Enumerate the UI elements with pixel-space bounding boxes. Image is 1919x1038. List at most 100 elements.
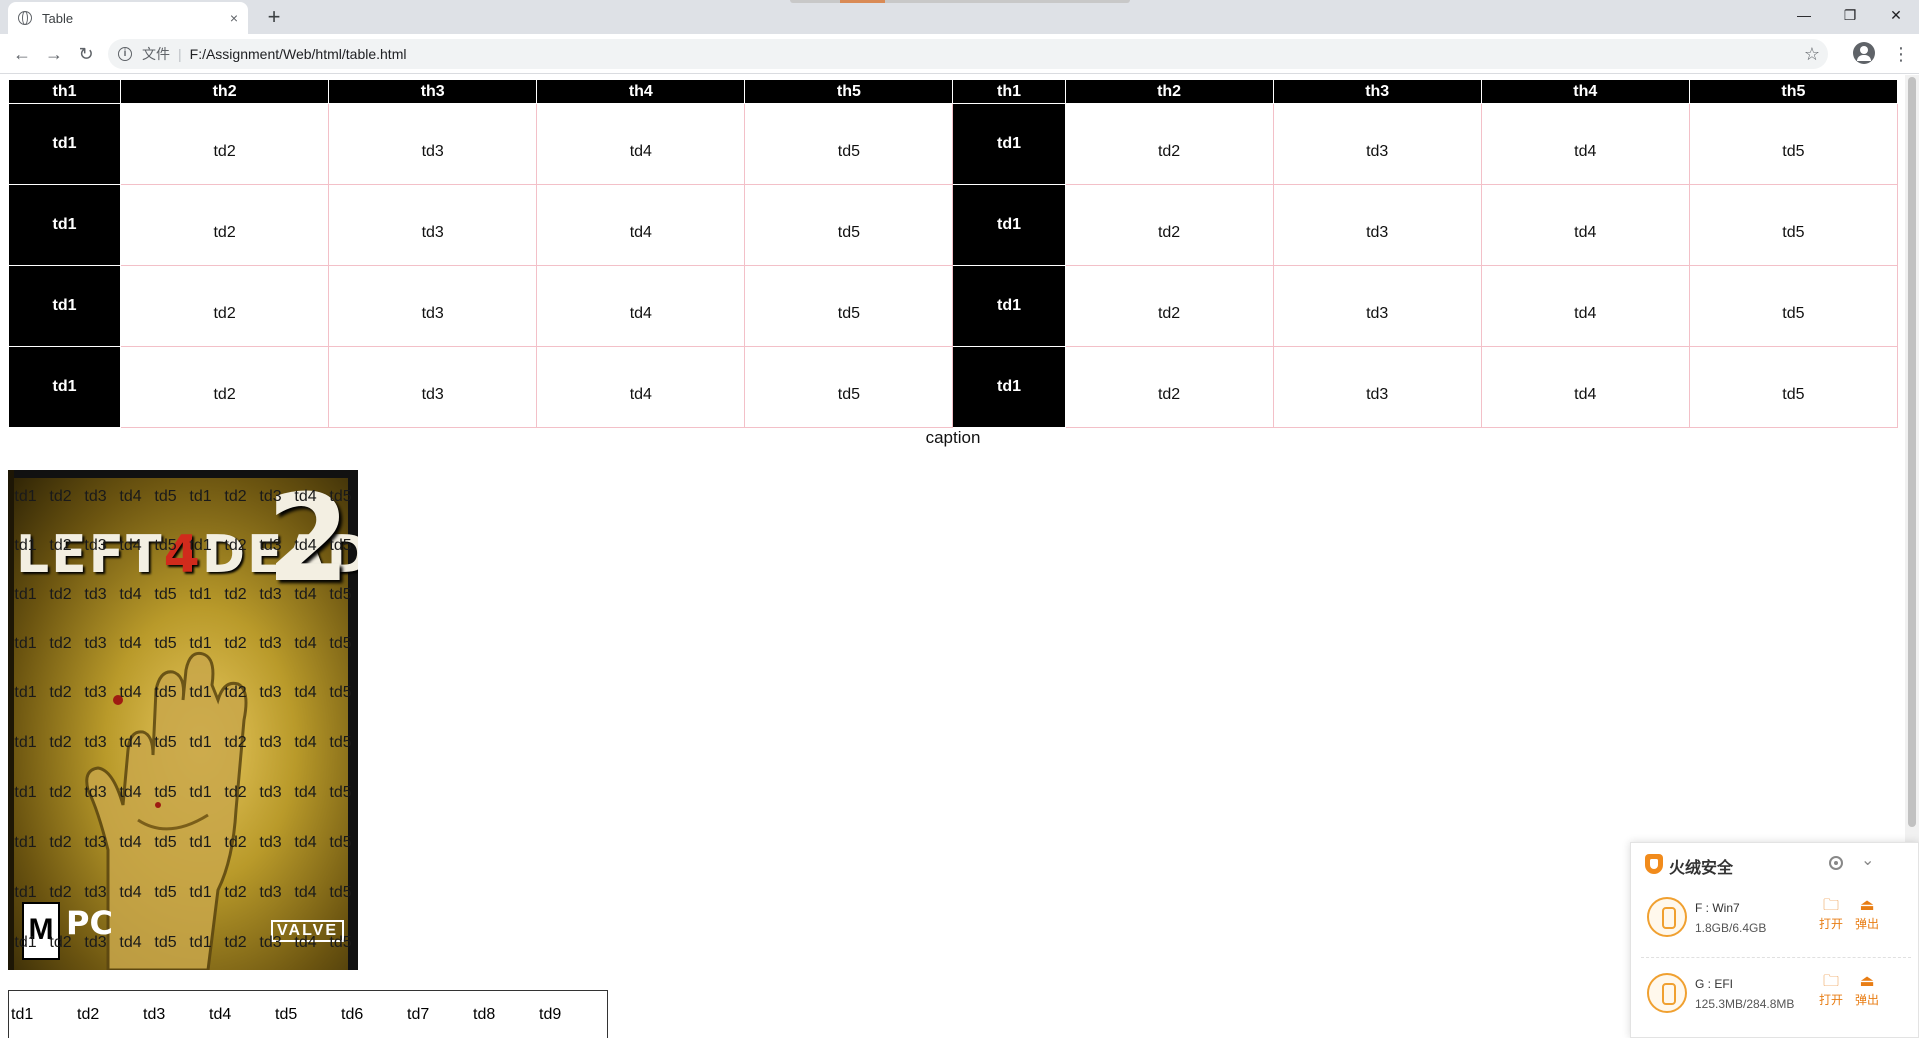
overlay-cell: td3 (84, 635, 107, 652)
overlay-cell: td4 (119, 934, 142, 951)
collapse-icon[interactable]: ⌄ (1861, 850, 1874, 870)
table-cell: td2 (120, 346, 330, 428)
overlay-cell: td3 (84, 834, 107, 851)
scrollbar-thumb[interactable] (1908, 77, 1916, 827)
minimize-button[interactable]: — (1781, 0, 1827, 30)
table-cell: td2 (1064, 346, 1274, 428)
eject-icon: ⏏ (1859, 973, 1875, 990)
back-button[interactable]: ← (10, 42, 34, 66)
overlay-cell: td4 (294, 537, 317, 554)
overlay-cell: td4 (119, 734, 142, 751)
overlay-cell: td4 (294, 586, 317, 603)
table-cell: td1 (7, 346, 122, 428)
table-cell: td5 (744, 184, 954, 266)
open-label: 打开 (1818, 993, 1843, 1007)
overlay-cell: td3 (84, 884, 107, 901)
overlay-cell: td5 (329, 488, 352, 505)
table-cell: td2 (1064, 184, 1274, 266)
account-avatar-icon[interactable] (1853, 42, 1875, 64)
overlay-cell: td4 (119, 884, 142, 901)
drive-size: 125.3MB/284.8MB (1695, 997, 1795, 1011)
overlay-cell: td3 (84, 684, 107, 701)
table-cell: td5 (1688, 265, 1899, 347)
overlay-cell: td5 (154, 537, 177, 554)
drive-name: F : Win7 (1695, 901, 1740, 915)
toolbar: ← → ↻ i 文件 | F:/Assignment/Web/html/tabl… (0, 34, 1919, 74)
overlay-cell: td5 (329, 537, 352, 554)
address-bar[interactable]: i 文件 | F:/Assignment/Web/html/table.html… (108, 39, 1828, 69)
header-row: th1 th2 th3 th4 th5 th1 th2 th3 th4 th5 (7, 79, 1899, 104)
overlay-cell: td3 (259, 934, 282, 951)
drive-item: F : Win7 1.8GB/6.4GB 🗀 打开 ⏏ 弹出 (1631, 883, 1919, 955)
overlay-cell: td2 (224, 884, 247, 901)
reload-button[interactable]: ↻ (74, 42, 98, 66)
overlay-cell: td2 (224, 586, 247, 603)
table-row: td1 td2 td3 td4 td5 td1 td2 td3 td4 td5 (7, 265, 1899, 347)
table-cell: td4 (1480, 265, 1690, 347)
overlay-cell: td4 (294, 488, 317, 505)
overlay-cell: td1 (14, 884, 37, 901)
close-window-button[interactable]: ✕ (1873, 0, 1919, 30)
table-cell: td3 (1272, 265, 1482, 347)
overlay-cell: td5 (329, 586, 352, 603)
overlay-cell: td4 (119, 586, 142, 603)
tab-close-button[interactable]: × (230, 10, 238, 26)
overlay-cell: td4 (294, 934, 317, 951)
overlay-cell: td3 (259, 784, 282, 801)
overlay-cell: td2 (224, 537, 247, 554)
browser-menu-icon[interactable]: ⋮ (1892, 42, 1910, 66)
table-cell: td4 (536, 265, 746, 347)
overlay-cell: td5 (154, 784, 177, 801)
restore-button[interactable]: ❐ (1827, 0, 1873, 30)
gear-icon[interactable] (1829, 856, 1843, 870)
overlay-cell: td1 (189, 635, 212, 652)
folder-icon: 🗀 (1822, 973, 1839, 990)
new-tab-button[interactable]: + (260, 4, 288, 32)
tab-active[interactable]: Table × (8, 2, 248, 34)
header-cell: th5 (1688, 79, 1899, 104)
table-cell: td5 (275, 1005, 298, 1023)
overlay-cell: td4 (294, 784, 317, 801)
overlay-cell: td5 (329, 684, 352, 701)
url-text[interactable]: F:/Assignment/Web/html/table.html (190, 46, 407, 62)
table-cell: td3 (1272, 346, 1482, 428)
drive-item: G : EFI 125.3MB/284.8MB 🗀 打开 ⏏ 弹出 (1631, 959, 1919, 1031)
open-drive-button[interactable]: 🗀 打开 (1817, 973, 1845, 1008)
bookmark-star-icon[interactable]: ☆ (1804, 44, 1820, 65)
open-drive-button[interactable]: 🗀 打开 (1817, 897, 1845, 932)
overlay-row: td1 td2 td3 td4 td5 td1 td2 td3 td4 td5 (8, 884, 358, 924)
table-cell: td5 (744, 265, 954, 347)
table-cell: td3 (328, 346, 538, 428)
eject-drive-button[interactable]: ⏏ 弹出 (1853, 897, 1881, 932)
overlay-cell: td2 (224, 635, 247, 652)
table-cell: td4 (536, 184, 746, 266)
table-cell: td2 (120, 103, 330, 185)
overlay-row: td1 td2 td3 td4 td5 td1 td2 td3 td4 td5 (8, 934, 358, 970)
overlay-cell: td2 (224, 934, 247, 951)
overlay-cell: td2 (224, 784, 247, 801)
table-cell: td5 (744, 103, 954, 185)
info-icon[interactable]: i (118, 47, 132, 61)
overlay-cell: td5 (154, 635, 177, 652)
header-cell: th4 (1480, 79, 1690, 104)
overlay-cell: td5 (329, 734, 352, 751)
window-controls: — ❐ ✕ (1781, 0, 1919, 30)
table-cell: td1 (952, 103, 1066, 185)
overlay-row: td1 td2 td3 td4 td5 td1 td2 td3 td4 td5 (8, 635, 358, 675)
folder-icon: 🗀 (1822, 897, 1839, 914)
overlay-cell: td1 (189, 537, 212, 554)
overlay-cell: td3 (259, 635, 282, 652)
header-cell: th3 (1272, 79, 1482, 104)
eject-drive-button[interactable]: ⏏ 弹出 (1853, 973, 1881, 1008)
table-cell: td4 (209, 1005, 232, 1023)
table-cell: td3 (328, 265, 538, 347)
header-cell: th4 (536, 79, 746, 104)
overlay-cell: td1 (14, 586, 37, 603)
overlay-cell: td1 (14, 934, 37, 951)
overlay-cell: td3 (259, 834, 282, 851)
overlay-cell: td4 (119, 834, 142, 851)
usb-drive-icon (1647, 897, 1687, 937)
globe-icon (18, 11, 32, 25)
overlay-cell: td5 (154, 684, 177, 701)
forward-button[interactable]: → (42, 42, 66, 66)
